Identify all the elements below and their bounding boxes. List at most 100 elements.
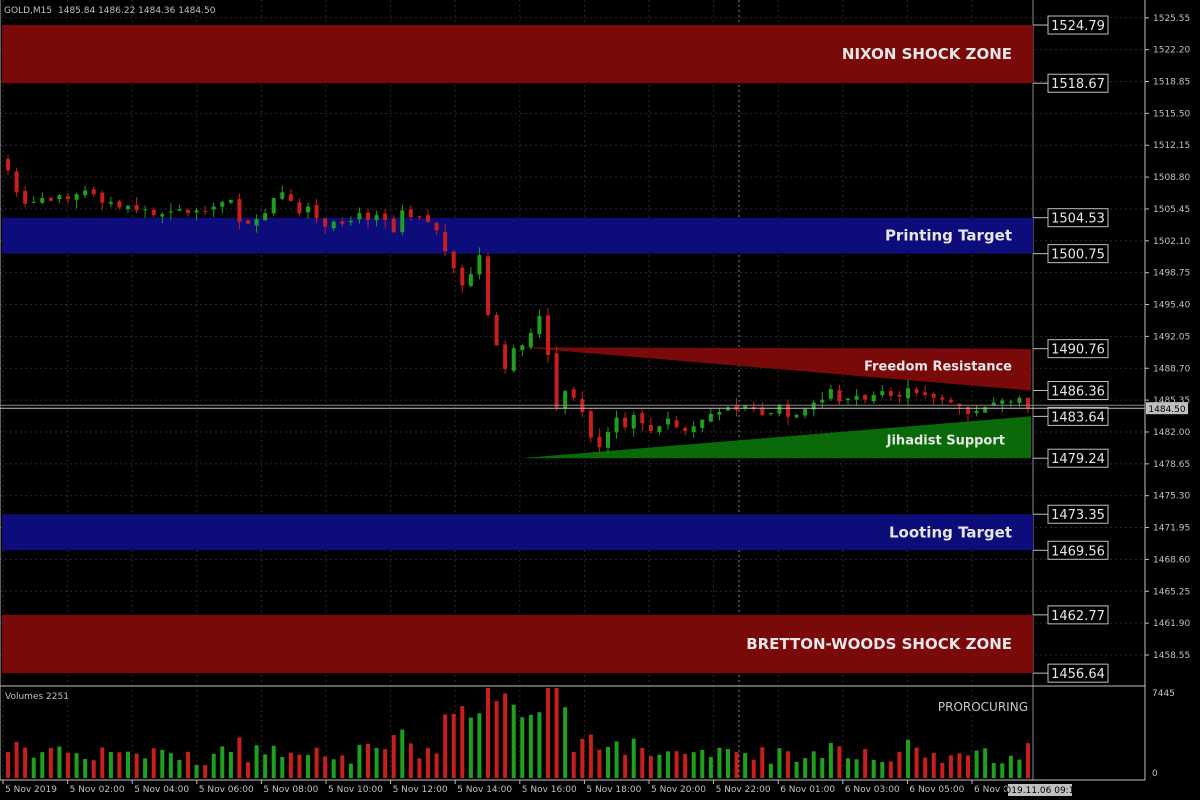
candle-body bbox=[314, 204, 319, 218]
candle-body bbox=[108, 201, 113, 204]
volume-bar bbox=[134, 753, 139, 778]
candle-body bbox=[1000, 400, 1005, 404]
candle-body bbox=[940, 397, 945, 400]
candle-body bbox=[854, 395, 859, 400]
volume-bar bbox=[640, 748, 645, 778]
volume-max-label: 7445 bbox=[1152, 689, 1175, 699]
volume-bar bbox=[528, 714, 533, 778]
volume-bar bbox=[691, 752, 696, 778]
zone-label: NIXON SHOCK ZONE bbox=[842, 45, 1012, 63]
candle-body bbox=[31, 201, 36, 203]
volume-bar bbox=[657, 754, 662, 778]
candle-body bbox=[408, 209, 413, 218]
volume-bar bbox=[237, 737, 242, 778]
candle-body bbox=[348, 220, 353, 223]
volume-bar bbox=[880, 762, 885, 778]
price-tick-label: 1518.85 bbox=[1153, 78, 1190, 88]
candle-body bbox=[777, 404, 782, 414]
volume-bar bbox=[477, 713, 482, 778]
candle-body bbox=[263, 213, 268, 221]
candle-body bbox=[794, 414, 799, 418]
candle-body bbox=[340, 221, 345, 224]
volume-bar bbox=[991, 762, 996, 778]
time-tick-label: 5 Nov 06:00 bbox=[199, 785, 254, 795]
volume-bar bbox=[91, 760, 96, 778]
candle-body bbox=[914, 389, 919, 393]
price-tick-label: 1475.30 bbox=[1153, 492, 1190, 502]
volume-bar bbox=[606, 746, 610, 778]
volume-bar bbox=[683, 753, 688, 778]
candle-body bbox=[23, 190, 28, 204]
candle-body bbox=[366, 212, 370, 220]
volume-bar bbox=[588, 734, 593, 778]
candle-body bbox=[203, 210, 208, 212]
candle-body bbox=[48, 198, 53, 201]
volume-bar bbox=[288, 752, 293, 778]
volume-bar bbox=[717, 747, 722, 778]
candle-body bbox=[57, 195, 62, 200]
volume-bar bbox=[854, 759, 859, 778]
level-price-label: 1504.53 bbox=[1051, 212, 1105, 227]
volume-bar bbox=[263, 754, 268, 778]
volume-bar bbox=[366, 743, 370, 778]
time-tick-label: 5 Nov 22:00 bbox=[716, 785, 771, 795]
level-price-label: 1490.76 bbox=[1051, 343, 1105, 358]
volume-bar bbox=[100, 747, 105, 778]
volume-bar bbox=[314, 747, 319, 778]
volume-bar bbox=[66, 752, 70, 778]
price-tick-label: 1471.95 bbox=[1153, 524, 1190, 534]
volume-bar bbox=[726, 749, 730, 778]
level-price-label: 1518.67 bbox=[1051, 77, 1105, 92]
level-price-label: 1500.75 bbox=[1051, 248, 1105, 263]
volume-bar bbox=[751, 759, 756, 778]
volume-bar bbox=[794, 761, 799, 778]
candle-body bbox=[820, 399, 825, 403]
candle-body bbox=[623, 417, 628, 428]
volume-bar bbox=[768, 763, 773, 778]
candle-body bbox=[1008, 401, 1013, 403]
zone-rect bbox=[2, 217, 1033, 254]
volume-watermark: PROROCURING bbox=[938, 700, 1028, 714]
volume-bar bbox=[906, 739, 910, 778]
volume-bar bbox=[983, 748, 988, 778]
volume-bar bbox=[117, 752, 122, 778]
candle-body bbox=[717, 412, 722, 415]
candle-body bbox=[674, 420, 679, 428]
zone-label: BRETTON-WOODS SHOCK ZONE bbox=[746, 635, 1012, 653]
volume-bar bbox=[168, 753, 173, 778]
chart-header: GOLD,M15 bbox=[4, 6, 52, 16]
level-price-label: 1462.77 bbox=[1051, 609, 1105, 624]
volume-bar bbox=[246, 762, 250, 778]
volume-bar bbox=[571, 752, 576, 778]
volume-bar bbox=[254, 745, 259, 778]
candle-body bbox=[383, 213, 388, 220]
volume-bar bbox=[186, 751, 190, 778]
price-chart[interactable]: NIXON SHOCK ZONE Printing Target Looting T… bbox=[0, 0, 1200, 800]
candle-body bbox=[74, 194, 79, 200]
candle-body bbox=[468, 274, 473, 286]
candle-body bbox=[6, 159, 10, 171]
volume-bar bbox=[143, 758, 148, 778]
volume-bar bbox=[957, 753, 962, 778]
volume-bar bbox=[1008, 755, 1013, 778]
candle-body bbox=[597, 436, 602, 448]
volume-bar bbox=[297, 754, 302, 778]
candle-body bbox=[880, 391, 885, 396]
candle-body bbox=[400, 210, 405, 233]
volume-bar bbox=[194, 764, 199, 778]
volume-bar bbox=[31, 757, 36, 778]
volume-bar bbox=[503, 693, 508, 778]
volume-bar bbox=[460, 706, 465, 778]
candle-body bbox=[288, 194, 293, 201]
ohlc-readout: 1485.84 1486.22 1484.36 1484.50 bbox=[58, 6, 216, 16]
time-tick-label: 5 Nov 16:00 bbox=[522, 785, 577, 795]
volume-bar bbox=[48, 748, 53, 778]
level-price-label: 1486.36 bbox=[1051, 385, 1105, 400]
level-price-label: 1456.64 bbox=[1051, 667, 1105, 682]
volume-bar bbox=[408, 743, 413, 778]
candle-body bbox=[863, 394, 868, 400]
volume-bar bbox=[151, 748, 156, 778]
volume-bar bbox=[511, 704, 516, 778]
candle-body bbox=[528, 333, 533, 348]
candle-body bbox=[297, 202, 302, 214]
